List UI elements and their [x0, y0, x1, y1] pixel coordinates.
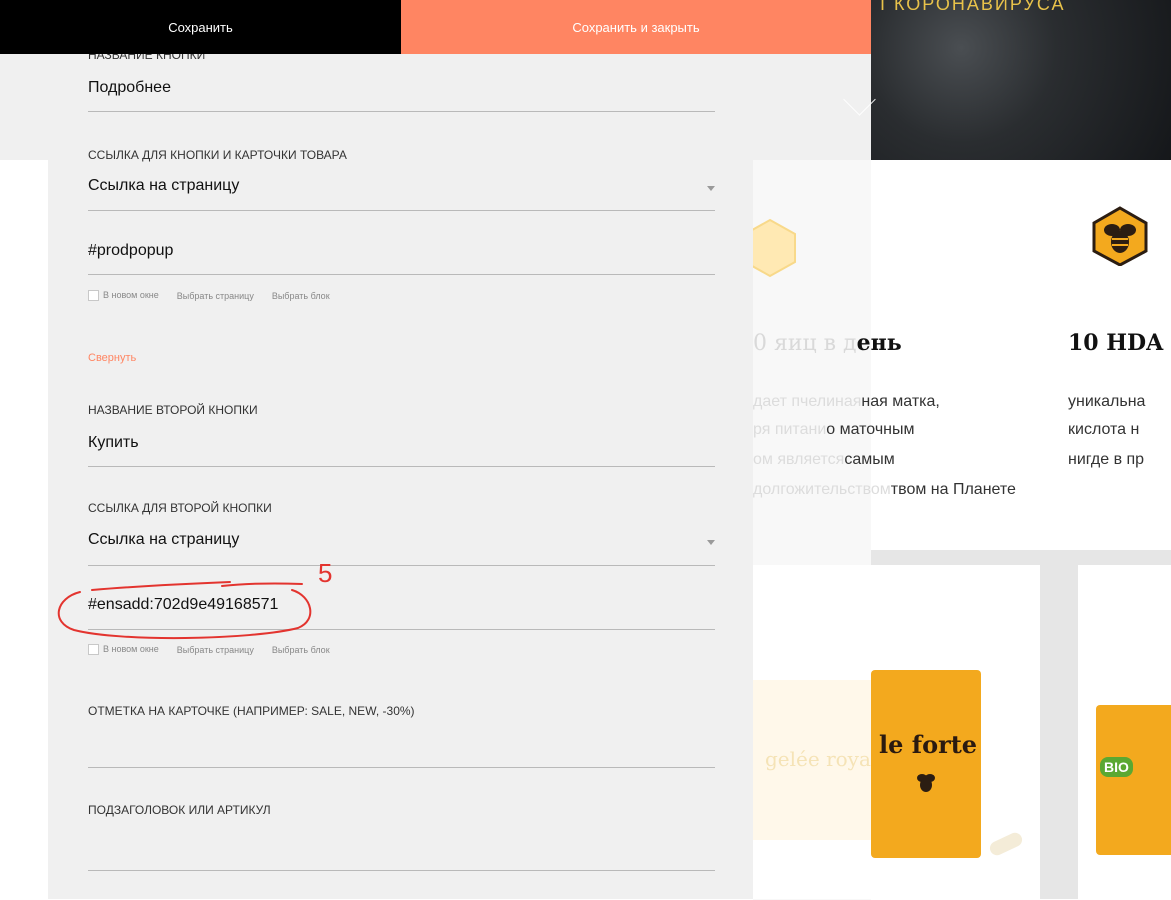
feature-1-line-text: ная матка,: [861, 393, 940, 410]
divider: [88, 210, 715, 211]
second-button-name-label: НАЗВАНИЕ ВТОРОЙ КНОПКИ: [88, 403, 258, 417]
feature-1-line: долгожительствомтвом на Планете: [753, 481, 1016, 499]
product-2-image: BIO: [1096, 705, 1171, 855]
button-name-label: НАЗВАНИЕ КНОПКИ: [88, 54, 206, 62]
divider: [88, 111, 715, 112]
feature-1-line-faint: дает пчелиная: [753, 393, 862, 410]
product-card[interactable]: BIO: [1078, 565, 1171, 899]
button-name-input[interactable]: Подробнее: [88, 79, 171, 97]
feature-2-line: уникальна: [1068, 393, 1146, 410]
button-link-label: ССЫЛКА ДЛЯ КНОПКИ И КАРТОЧКИ ТОВАРА: [88, 148, 347, 162]
capsule-icon: [987, 830, 1025, 858]
feature-1-line-faint: ря питани: [753, 421, 827, 438]
product-card[interactable]: gelée royale le forte: [753, 565, 1040, 899]
link-options: В новом окне Выбрать страницу Выбрать бл…: [88, 644, 330, 656]
new-window-checkbox[interactable]: В новом окне: [88, 644, 159, 656]
collapse-link[interactable]: Свернуть: [88, 352, 136, 364]
feature-1-line-faint: ом является: [753, 451, 845, 468]
feature-1-line: дает пчелинаяная матка,: [753, 393, 940, 411]
save-and-close-button[interactable]: Сохранить и закрыть: [401, 0, 871, 54]
product-1-name: le forte: [879, 730, 978, 759]
feature-1-title-main: ень: [856, 330, 902, 356]
feature-1-line-text: твом на Планете: [890, 481, 1016, 498]
feature-1-title: 0 яиц в день: [753, 330, 902, 356]
pick-page-link[interactable]: Выбрать страницу: [177, 645, 254, 655]
editor-topbar: Сохранить Сохранить и закрыть: [0, 0, 871, 54]
hero-image: [871, 0, 1171, 160]
new-window-label: В новом окне: [103, 644, 159, 654]
feature-1-line: ом являетсясамым: [753, 451, 895, 469]
feature-1-line: ря питанио маточным: [753, 421, 915, 439]
product-1-image: le forte: [871, 670, 981, 858]
button-link-select[interactable]: Ссылка на страницу: [88, 177, 239, 195]
feature-1-line-text: о маточным: [826, 421, 915, 438]
feature-1-line-text: самым: [844, 451, 895, 468]
checkbox-icon[interactable]: [88, 290, 99, 302]
pick-page-link[interactable]: Выбрать страницу: [177, 291, 254, 301]
second-button-link-select[interactable]: Ссылка на страницу: [88, 531, 239, 549]
divider: [88, 274, 715, 275]
new-window-checkbox[interactable]: В новом окне: [88, 290, 159, 302]
pick-block-link[interactable]: Выбрать блок: [272, 645, 330, 655]
button-url-input[interactable]: #prodpopup: [88, 242, 173, 260]
bee-hexagon-icon: [1092, 206, 1148, 266]
feature-1-title-faint: 0 яиц в д: [753, 331, 857, 356]
hero-title: І КОРОНАВИРУСА: [880, 0, 1066, 14]
subtitle-label: ПОДЗАГОЛОВОК ИЛИ АРТИКУЛ: [88, 803, 271, 817]
settings-panel: НАЗВАНИЕ КНОПКИ Подробнее ССЫЛКА ДЛЯ КНО…: [48, 54, 753, 899]
divider: [88, 565, 715, 566]
second-button-link-label: ССЫЛКА ДЛЯ ВТОРОЙ КНОПКИ: [88, 501, 272, 515]
checkbox-icon[interactable]: [88, 644, 99, 656]
feature-2-title: 10 HDA: [1068, 330, 1164, 356]
feature-2-line: кислота н: [1068, 421, 1140, 438]
divider: [88, 629, 715, 630]
feature-1-line-faint: долгожительством: [753, 481, 891, 498]
bee-icon: [917, 774, 935, 792]
second-button-url-input[interactable]: #ensadd:702d9e49168571: [88, 596, 278, 614]
card-mark-label: ОТМЕТКА НА КАРТОЧКЕ (НАПРИМЕР: SALE, NEW…: [88, 704, 415, 718]
settings-form: НАЗВАНИЕ КНОПКИ Подробнее ССЫЛКА ДЛЯ КНО…: [88, 54, 715, 899]
link-options: В новом окне Выбрать страницу Выбрать бл…: [88, 290, 330, 302]
divider: [88, 767, 715, 768]
chevron-down-icon[interactable]: [707, 540, 715, 545]
pick-block-link[interactable]: Выбрать блок: [272, 291, 330, 301]
second-button-name-input[interactable]: Купить: [88, 434, 139, 452]
new-window-label: В новом окне: [103, 290, 159, 300]
divider: [88, 870, 715, 871]
save-button[interactable]: Сохранить: [0, 0, 401, 54]
divider: [88, 466, 715, 467]
product-2-badge: BIO: [1100, 757, 1133, 777]
chevron-down-icon[interactable]: [707, 186, 715, 191]
feature-2-line: нигде в пр: [1068, 451, 1145, 468]
